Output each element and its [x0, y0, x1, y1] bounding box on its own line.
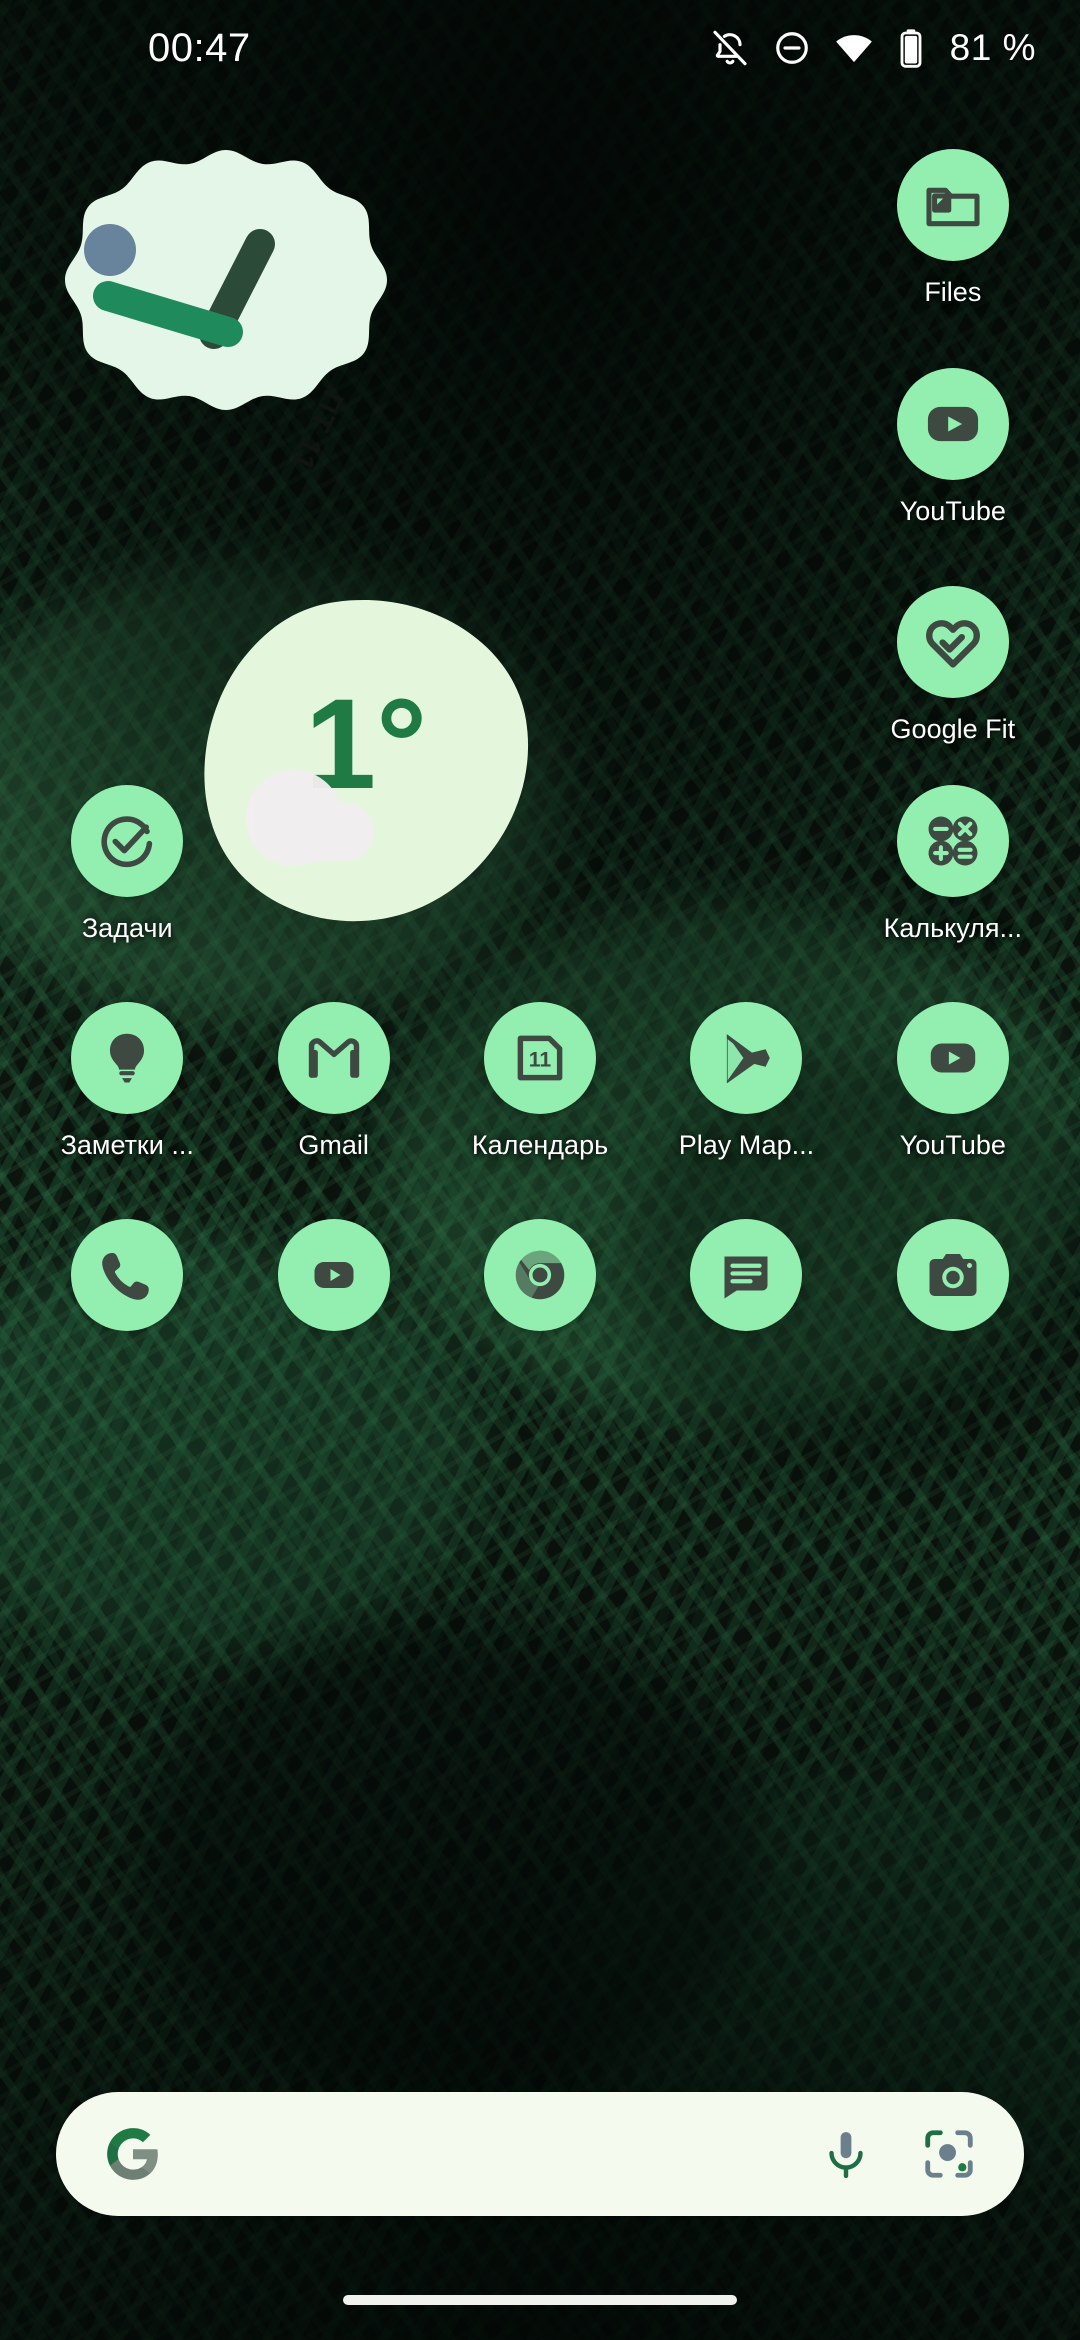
gmail-m-icon[interactable]: [277, 1002, 390, 1114]
app-icon-calendar[interactable]: 11 Календарь: [437, 1002, 643, 1161]
files-folder-icon[interactable]: [896, 149, 1009, 261]
google-fit-heart-icon[interactable]: [896, 586, 1009, 698]
google-lens-icon[interactable]: [920, 2125, 978, 2183]
google-g-icon: [102, 2123, 164, 2185]
calendar-icon[interactable]: 11: [484, 1002, 597, 1114]
dock: [0, 1219, 1080, 1331]
app-icon-youtube-top[interactable]: YouTube: [850, 368, 1056, 527]
app-label: Files: [924, 277, 982, 307]
wifi-icon: [834, 28, 874, 68]
dock-icon-camera[interactable]: [850, 1219, 1056, 1331]
app-icon-tasks[interactable]: Задачи: [24, 785, 230, 944]
app-icon-google-fit[interactable]: Google Fit: [850, 586, 1056, 745]
chrome-icon[interactable]: [484, 1219, 597, 1331]
phone-icon[interactable]: [71, 1219, 184, 1331]
app-icon-gmail[interactable]: Gmail: [230, 1002, 436, 1161]
app-label: Задачи: [81, 913, 173, 943]
icon-row-3: Google Fit: [0, 586, 1080, 745]
notifications-silenced-icon: [710, 28, 750, 68]
dock-icon-messages[interactable]: [643, 1219, 849, 1331]
app-label: Заметки ...: [60, 1130, 194, 1160]
icon-row-2: YouTube: [0, 368, 1080, 527]
camera-icon[interactable]: [896, 1219, 1009, 1331]
app-label: Gmail: [298, 1130, 369, 1160]
icon-row-1: Files: [0, 149, 1080, 308]
dock-icon-youtube[interactable]: [230, 1219, 436, 1331]
tasks-check-circle-icon[interactable]: [71, 785, 184, 897]
icon-row-5: Заметки ... Gmail 11 Календарь Play Мар.…: [0, 1002, 1080, 1161]
status-bar-clock: 00:47: [148, 25, 251, 70]
app-label: YouTube: [899, 1130, 1006, 1160]
keep-notes-bulb-icon[interactable]: [71, 1002, 184, 1114]
app-label: Google Fit: [890, 714, 1016, 744]
app-label: Калькуля...: [883, 913, 1023, 943]
dock-icon-chrome[interactable]: [437, 1219, 643, 1331]
google-search-bar[interactable]: [56, 2092, 1024, 2216]
app-label: Календарь: [471, 1130, 609, 1160]
dock-icon-phone[interactable]: [24, 1219, 230, 1331]
app-label: YouTube: [899, 496, 1006, 526]
battery-icon: [897, 28, 925, 68]
app-icon-play-store[interactable]: Play Мар...: [643, 1002, 849, 1161]
status-bar-icons: 81 %: [710, 27, 1036, 69]
youtube-icon[interactable]: [896, 368, 1009, 480]
microphone-icon[interactable]: [818, 2126, 874, 2182]
messages-icon[interactable]: [690, 1219, 803, 1331]
gesture-nav-pill[interactable]: [343, 2295, 737, 2305]
youtube-icon[interactable]: [277, 1219, 390, 1331]
app-icon-calculator[interactable]: Калькуля...: [850, 785, 1056, 944]
app-icon-youtube-row[interactable]: YouTube: [850, 1002, 1056, 1161]
youtube-icon[interactable]: [896, 1002, 1009, 1114]
calendar-day-number: 11: [529, 1049, 552, 1072]
icon-row-4: Задачи Калькуля...: [0, 785, 1080, 944]
app-icon-keep-notes[interactable]: Заметки ...: [24, 1002, 230, 1161]
battery-percentage-text: 81 %: [949, 27, 1036, 68]
status-bar: 00:47 81 %: [0, 0, 1080, 96]
calculator-icon[interactable]: [896, 785, 1009, 897]
app-label: Play Мар...: [678, 1130, 815, 1160]
app-icon-files[interactable]: Files: [850, 149, 1056, 308]
do-not-disturb-icon: [773, 29, 811, 67]
play-store-icon[interactable]: [690, 1002, 803, 1114]
